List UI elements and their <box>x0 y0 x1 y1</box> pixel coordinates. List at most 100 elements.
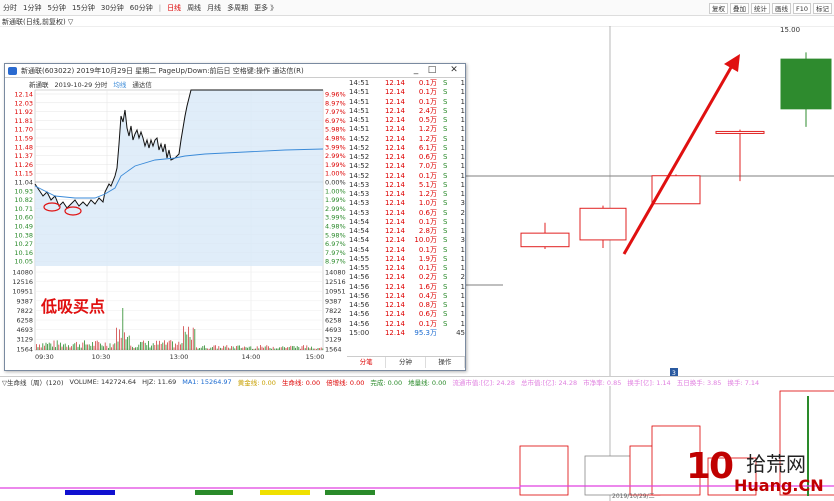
site-watermark: 10 拾荒网 Huang.CN <box>686 446 834 501</box>
trade-row: 14:55 12.14 1.9万 S 1 <box>347 255 465 264</box>
intraday-volume-bar <box>101 345 103 350</box>
pct-axis-label: 9.96% <box>325 91 346 99</box>
trade-count: 1 <box>460 190 465 198</box>
intraday-volume-bar <box>244 346 245 350</box>
pct-axis-label: 2.99% <box>325 152 346 160</box>
period-tab-9[interactable]: 多周期 <box>227 3 248 13</box>
trade-row: 14:56 12.14 0.1万 S 1 <box>347 320 465 329</box>
pct-axis-label: 4.98% <box>325 223 346 231</box>
intraday-volume-bar <box>247 347 248 350</box>
popup-title-bar[interactable]: 新通联(603022) 2019年10月29日 星期二 PageUp/Down:… <box>5 64 465 78</box>
toolbar-button-1[interactable]: 叠加 <box>729 2 749 14</box>
period-tab-8[interactable]: 月线 <box>207 3 221 13</box>
period-tab-5[interactable]: 60分钟 <box>130 3 153 13</box>
trade-ticks-table: 14:51 12.14 0.1万 S 1 14:51 12.14 0.1万 S 1 14:51 12.… <box>347 79 465 344</box>
popup-tab-1[interactable]: 分钟 <box>386 357 426 368</box>
volume-axis-label-right: 6258 <box>325 317 342 325</box>
intraday-volume-bar <box>103 346 104 350</box>
intraday-volume-bar <box>149 347 151 350</box>
period-tab-10[interactable]: 更多 》 <box>254 3 277 13</box>
intraday-volume-bar <box>183 326 184 350</box>
toolbar-button-3[interactable]: 画线 <box>771 2 791 14</box>
period-tab-3[interactable]: 15分钟 <box>72 3 95 13</box>
intraday-volume-bar <box>42 343 44 350</box>
toolbar-button-2[interactable]: 统计 <box>750 2 770 14</box>
intraday-volume-bar <box>60 342 61 350</box>
toolbar-button-0[interactable]: 复权 <box>708 2 728 14</box>
trade-volume: 1.2万 <box>418 125 437 134</box>
trade-volume: 1.2万 <box>418 134 437 143</box>
trade-time: 14:52 <box>349 171 370 180</box>
toolbar-button-4[interactable]: F10 <box>792 2 811 14</box>
intraday-volume-bar <box>311 346 312 350</box>
intraday-volume-bar <box>144 342 146 350</box>
trade-price: 12.14 <box>384 97 405 106</box>
toolbar-button-5[interactable]: 标记 <box>813 2 832 14</box>
trade-time: 14:56 <box>349 291 370 300</box>
price-axis-label: 12.03 <box>14 99 33 107</box>
trade-side: S <box>443 199 448 208</box>
trade-volume: 2.8万 <box>418 227 437 235</box>
trade-price: 12.14 <box>384 227 405 235</box>
intraday-volume-bar <box>188 326 189 350</box>
intraday-volume-bar <box>36 344 37 350</box>
trade-volume: 0.1万 <box>418 217 437 226</box>
pct-axis-label: 2.99% <box>325 205 346 213</box>
intraday-volume-bar <box>301 346 303 350</box>
trade-count: 1 <box>460 162 465 171</box>
intraday-volume-bar <box>176 344 178 350</box>
trade-count: 1 <box>460 180 465 189</box>
pct-axis-label: 4.98% <box>325 135 346 143</box>
period-tab-6[interactable]: 日线 <box>167 3 181 13</box>
intraday-volume-bar <box>95 341 96 350</box>
trade-side: S <box>443 153 448 161</box>
trade-price: 12.14 <box>384 217 405 226</box>
indicator-item-8: 地量线: 0.00 <box>408 378 447 387</box>
intraday-volume-bar <box>82 342 84 350</box>
popup-tab-0[interactable]: 分笔 <box>347 357 387 368</box>
intraday-chart[interactable]: 12.14 9.96% 12.03 8.97% 11.92 7.97% 11.81 6.97%… <box>5 88 347 370</box>
intraday-popup-window[interactable]: 新通联(603022) 2019年10月29日 星期二 PageUp/Down:… <box>4 63 466 371</box>
period-tab-1[interactable]: 1分钟 <box>23 3 41 13</box>
intraday-volume-bar <box>71 346 72 350</box>
volume-axis-label: 14080 <box>12 269 33 277</box>
intraday-volume-bar <box>37 347 39 350</box>
trade-row: 14:52 12.14 6.1万 S 1 <box>347 144 465 153</box>
trade-count: 1 <box>460 319 465 328</box>
trade-time: 14:53 <box>349 208 370 217</box>
trade-volume: 0.6万 <box>418 153 437 161</box>
intraday-volume-bar <box>256 346 258 350</box>
maximize-icon[interactable]: □ <box>425 65 439 75</box>
trade-row: 14:51 12.14 0.1万 S 1 <box>347 88 465 97</box>
trade-volume: 0.5万 <box>418 116 437 124</box>
trade-time: 14:56 <box>349 319 370 328</box>
intraday-volume-bar <box>143 340 144 350</box>
trade-row: 15:00 12.14 95.3万 45 <box>347 329 465 338</box>
minimize-icon[interactable]: _ <box>409 65 423 75</box>
trade-row: 14:53 12.14 0.6万 S 2 <box>347 209 465 218</box>
intraday-volume-bar <box>39 344 40 350</box>
trade-volume: 10.0万 <box>414 236 437 245</box>
trade-count: 1 <box>460 291 465 300</box>
trade-side: S <box>443 180 448 189</box>
pct-axis-label: 0.00% <box>325 179 346 187</box>
trade-time: 14:52 <box>349 153 370 161</box>
intraday-volume-bar <box>114 343 116 350</box>
period-tab-2[interactable]: 5分钟 <box>47 3 65 13</box>
intraday-volume-bar <box>167 342 168 350</box>
price-axis-label: 11.92 <box>14 108 33 116</box>
volume-axis-label: 3129 <box>16 336 33 344</box>
trade-row: 14:52 12.14 7.0万 S 1 <box>347 162 465 171</box>
trade-row: 14:54 12.14 0.1万 S 1 <box>347 246 465 255</box>
period-tab-4[interactable]: 30分钟 <box>101 3 124 13</box>
period-tab-7[interactable]: 周线 <box>187 3 201 13</box>
intraday-volume-bar <box>119 329 120 350</box>
intraday-volume-bar <box>100 343 101 350</box>
trade-time: 14:51 <box>349 106 370 115</box>
trade-volume: 0.8万 <box>418 301 437 309</box>
close-icon[interactable]: ✕ <box>447 65 461 75</box>
period-tab-0[interactable]: 分时 <box>3 3 17 13</box>
popup-tab-2[interactable]: 操作 <box>426 357 465 368</box>
intraday-volume-bar <box>156 340 157 350</box>
intraday-volume-bar <box>66 346 68 350</box>
